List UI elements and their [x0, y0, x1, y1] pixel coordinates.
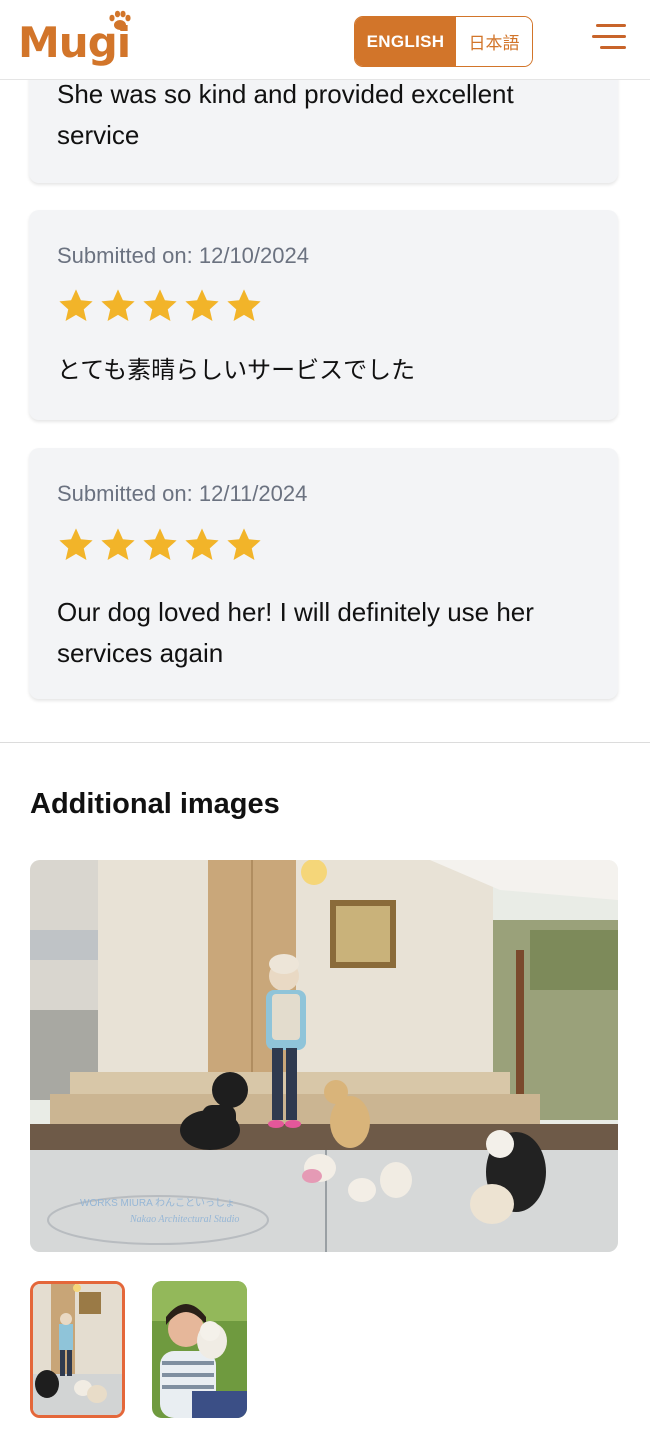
review-comment: とても素晴らしいサービスでした — [57, 356, 416, 384]
star-rating — [57, 287, 263, 325]
star-icon — [59, 289, 93, 322]
thumbnail-image-dog-walker — [33, 1284, 122, 1415]
star-icon — [185, 289, 219, 322]
additional-images-title: Additional images — [30, 788, 280, 820]
review-date: Submitted on: 12/10/2024 — [57, 243, 309, 268]
section-divider — [0, 742, 650, 743]
star-icon — [101, 289, 135, 322]
star-icon — [227, 289, 261, 322]
star-rating — [57, 526, 263, 564]
star-icon — [59, 528, 93, 561]
star-icon — [101, 528, 135, 561]
language-switcher: ENGLISH 日本語 — [354, 16, 533, 67]
paw-icon — [109, 10, 131, 30]
watermark-line-2: Nakao Architectural Studio — [129, 1214, 239, 1225]
review-card: Submitted on: 12/11/2024 Our dog loved h… — [29, 448, 618, 699]
lang-english-button[interactable]: ENGLISH — [355, 17, 456, 66]
lang-japanese-button[interactable]: 日本語 — [456, 17, 532, 66]
star-icon — [143, 289, 177, 322]
hamburger-menu-icon[interactable] — [592, 24, 626, 50]
review-card: Submitted on: 12/10/2024 とても素晴らしいサービスでした — [29, 210, 618, 420]
star-icon — [143, 528, 177, 561]
review-comment: Our dog loved her! I will definitely use… — [57, 597, 534, 668]
app-header: Mugi ENGLISH 日本語 — [0, 0, 650, 80]
main-gallery-image[interactable]: WORKS MIURA わんこといっしょ Nakao Architectural… — [30, 860, 618, 1252]
review-comment: She was so kind and provided excellent s… — [57, 79, 514, 150]
mugi-logo[interactable]: Mugi — [18, 10, 138, 72]
watermark-line-1: WORKS MIURA わんこといっしょ — [80, 1197, 235, 1209]
star-icon — [227, 528, 261, 561]
dog-walker-photo: WORKS MIURA わんこといっしょ Nakao Architectural… — [30, 860, 618, 1252]
review-date: Submitted on: 12/11/2024 — [57, 481, 308, 506]
star-icon — [185, 528, 219, 561]
gallery-thumbnail-2[interactable] — [152, 1281, 247, 1418]
gallery-thumbnail-1[interactable] — [30, 1281, 125, 1418]
thumbnail-image-woman-with-dog — [152, 1281, 247, 1418]
